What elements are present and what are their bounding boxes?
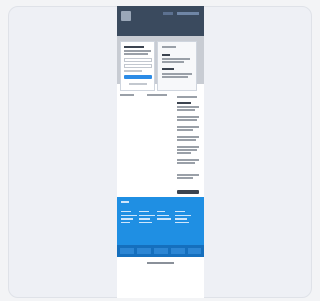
header-nav-item (163, 12, 173, 15)
signup-panel (157, 41, 197, 91)
footer-copyright-line (147, 262, 174, 264)
sidebar (177, 96, 202, 196)
site-footer (117, 197, 204, 257)
site-header (117, 6, 204, 36)
footer-bottom-bar (117, 245, 204, 257)
sidebar-button[interactable] (177, 190, 199, 194)
header-nav-item (177, 12, 199, 15)
logo-icon (121, 11, 131, 21)
email-field[interactable] (124, 58, 152, 62)
password-field[interactable] (124, 64, 152, 68)
page-preview[interactable] (117, 6, 204, 298)
login-panel (120, 41, 155, 91)
sign-in-button[interactable] (124, 75, 152, 79)
